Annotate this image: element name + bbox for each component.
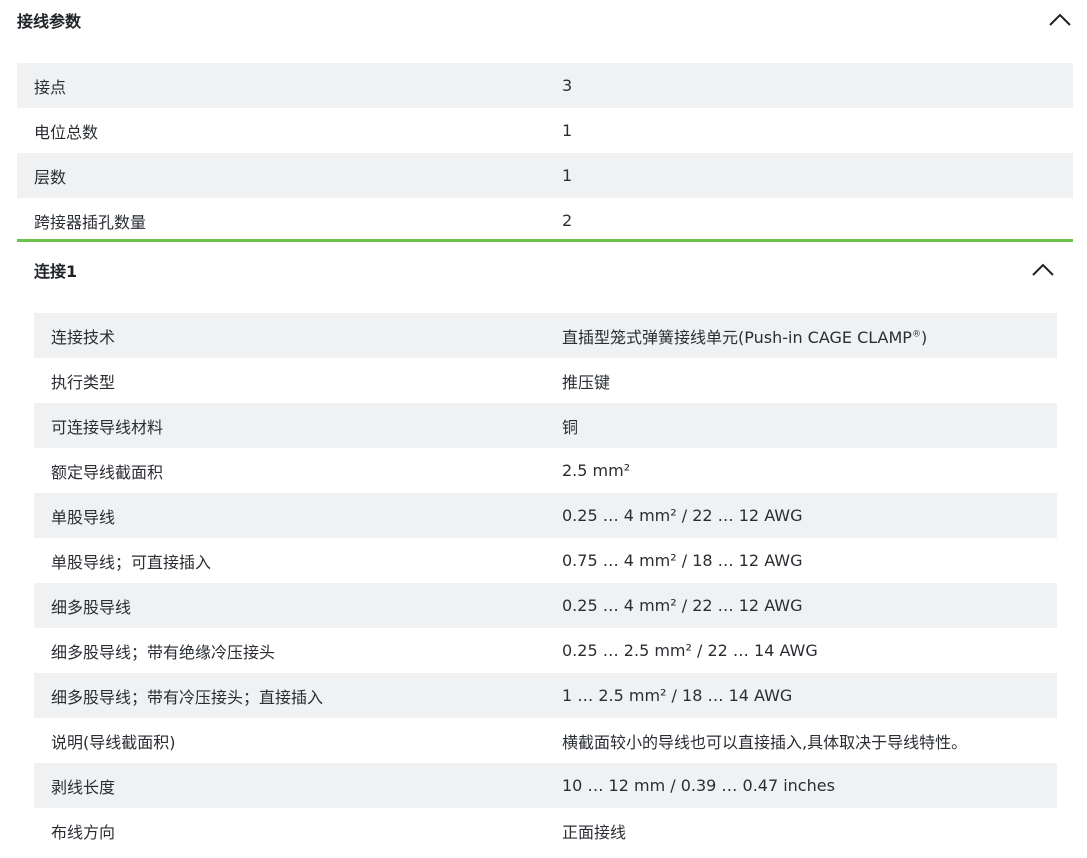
row-label: 细多股导线；带有绝缘冷压接头 bbox=[51, 642, 276, 662]
table-row: 单股导线 0.25 … 4 mm² / 22 … 12 AWG bbox=[34, 493, 1057, 538]
value-text: 直插型笼式弹簧接线单元(Push-in CAGE CLAMP bbox=[562, 327, 912, 347]
row-label: 电位总数 bbox=[34, 122, 99, 142]
row-label: 层数 bbox=[34, 167, 67, 187]
table-row: 额定导线截面积 2.5 mm² bbox=[34, 448, 1057, 493]
section-header-connection-1[interactable]: 连接1 bbox=[34, 249, 1056, 291]
chevron-up-icon[interactable] bbox=[1047, 10, 1073, 30]
row-value: 3 bbox=[562, 76, 573, 95]
row-value: 0.25 … 2.5 mm² / 22 … 14 AWG bbox=[562, 641, 818, 660]
row-label: 执行类型 bbox=[51, 372, 116, 392]
value-suffix: ) bbox=[920, 327, 928, 347]
row-label: 接点 bbox=[34, 77, 67, 97]
row-label: 可连接导线材料 bbox=[51, 417, 164, 437]
row-value: 0.25 … 4 mm² / 22 … 12 AWG bbox=[562, 596, 803, 615]
row-label: 说明(导线截面积) bbox=[51, 732, 176, 752]
row-label: 细多股导线 bbox=[51, 597, 132, 617]
row-label: 细多股导线；带有冷压接头；直接插入 bbox=[51, 687, 324, 707]
row-value: 横截面较小的导线也可以直接插入,具体取决于导线特性。 bbox=[562, 732, 968, 752]
table-row: 细多股导线；带有冷压接头；直接插入 1 … 2.5 mm² / 18 … 14 … bbox=[34, 673, 1057, 718]
row-value: 10 … 12 mm / 0.39 … 0.47 inches bbox=[562, 776, 835, 795]
row-value: 1 … 2.5 mm² / 18 … 14 AWG bbox=[562, 686, 793, 705]
wiring-params-table: 接点 3 电位总数 1 层数 1 跨接器插孔数量 2 bbox=[17, 63, 1073, 243]
row-value: 0.75 … 4 mm² / 18 … 12 AWG bbox=[562, 551, 803, 570]
table-row: 布线方向 正面接线 bbox=[34, 808, 1057, 853]
row-value: 2 bbox=[562, 211, 573, 230]
table-row: 接点 3 bbox=[17, 63, 1073, 108]
table-row: 细多股导线 0.25 … 4 mm² / 22 … 12 AWG bbox=[34, 583, 1057, 628]
table-row: 跨接器插孔数量 2 bbox=[17, 198, 1073, 243]
row-value: 2.5 mm² bbox=[562, 461, 631, 480]
row-value: 正面接线 bbox=[562, 822, 627, 842]
table-row: 单股导线；可直接插入 0.75 … 4 mm² / 18 … 12 AWG bbox=[34, 538, 1057, 583]
row-label: 跨接器插孔数量 bbox=[34, 212, 147, 232]
table-row: 执行类型 推压键 bbox=[34, 358, 1057, 403]
section-title: 接线参数 bbox=[17, 12, 82, 31]
connection-1-table: 连接技术 直插型笼式弹簧接线单元(Push-in CAGE CLAMP®) 执行… bbox=[34, 313, 1057, 853]
table-row: 连接技术 直插型笼式弹簧接线单元(Push-in CAGE CLAMP®) bbox=[34, 313, 1057, 358]
table-row: 层数 1 bbox=[17, 153, 1073, 198]
row-value: 0.25 … 4 mm² / 22 … 12 AWG bbox=[562, 506, 803, 525]
row-value: 1 bbox=[562, 166, 573, 185]
row-label: 连接技术 bbox=[51, 327, 116, 347]
row-label: 剥线长度 bbox=[51, 777, 116, 797]
registered-mark: ® bbox=[911, 329, 921, 340]
table-row: 可连接导线材料 铜 bbox=[34, 403, 1057, 448]
row-value: 直插型笼式弹簧接线单元(Push-in CAGE CLAMP®) bbox=[562, 324, 1057, 348]
row-label: 单股导线；可直接插入 bbox=[51, 552, 212, 572]
section-header-wiring-params[interactable]: 接线参数 bbox=[17, 0, 1073, 40]
table-row: 剥线长度 10 … 12 mm / 0.39 … 0.47 inches bbox=[34, 763, 1057, 808]
row-value: 1 bbox=[562, 121, 573, 140]
row-value: 铜 bbox=[562, 417, 579, 437]
section-divider bbox=[17, 239, 1073, 242]
row-label: 单股导线 bbox=[51, 507, 116, 527]
table-row: 细多股导线；带有绝缘冷压接头 0.25 … 2.5 mm² / 22 … 14 … bbox=[34, 628, 1057, 673]
section-title: 连接1 bbox=[34, 262, 78, 281]
row-label: 布线方向 bbox=[51, 822, 116, 842]
row-label: 额定导线截面积 bbox=[51, 462, 164, 482]
row-value: 推压键 bbox=[562, 372, 611, 392]
table-row: 说明(导线截面积) 横截面较小的导线也可以直接插入,具体取决于导线特性。 bbox=[34, 718, 1057, 763]
table-row: 电位总数 1 bbox=[17, 108, 1073, 153]
chevron-up-icon[interactable] bbox=[1030, 260, 1056, 280]
